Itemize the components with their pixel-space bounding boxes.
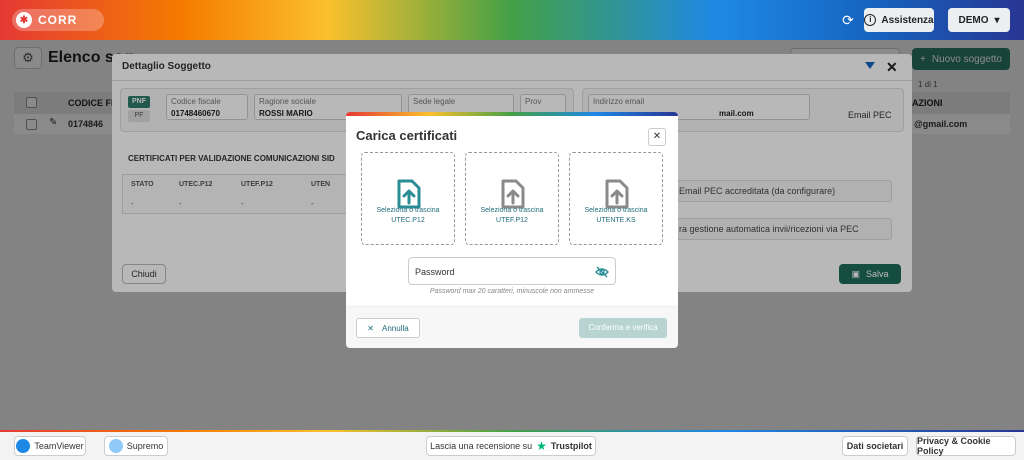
modal-color-stripe (346, 112, 678, 116)
modal-footer: ✕ Annulla Conferma e verifica (346, 306, 678, 348)
dropzone-filename: UTEC.P12 (391, 217, 425, 224)
password-field[interactable]: Password (408, 257, 616, 285)
assistance-button[interactable]: i Assistenza (864, 8, 934, 32)
password-label: Password (415, 267, 455, 277)
logo-mark-icon: ✱ (16, 12, 32, 28)
user-label: DEMO (958, 14, 989, 26)
review-label: Lascia una recensione su (430, 441, 533, 451)
dropzone-text: Seleziona o trascina (376, 207, 440, 214)
file-upload-icon (605, 179, 629, 209)
teamviewer-button[interactable]: TeamViewer (14, 436, 86, 456)
trustpilot-label: Trustpilot (550, 441, 592, 451)
supremo-button[interactable]: Supremo (104, 436, 168, 456)
file-upload-icon (397, 179, 421, 209)
close-icon: ✕ (367, 323, 374, 333)
dropzone-text: Seleziona o trascina (584, 207, 648, 214)
refresh-icon[interactable]: ⟳ (840, 12, 856, 28)
dropzone-text: Seleziona o trascina (480, 207, 544, 214)
chevron-down-icon: ▾ (994, 14, 1000, 26)
cancel-label: Annulla (382, 323, 409, 333)
cancel-button[interactable]: ✕ Annulla (356, 318, 420, 338)
confirm-verify-button[interactable]: Conferma e verifica (579, 318, 667, 338)
close-icon: ✕ (652, 131, 662, 142)
teamviewer-icon (16, 439, 31, 453)
dropzone-utef[interactable]: Seleziona o trascina UTEF.P12 (465, 152, 559, 245)
app-name: CORR (38, 13, 78, 27)
user-menu-button[interactable]: DEMO ▾ (948, 8, 1010, 32)
file-upload-icon (501, 179, 525, 209)
close-button[interactable]: ✕ (648, 128, 666, 146)
dropzone-filename: UTENTE.KS (596, 217, 636, 224)
dropzone-filename: UTEF.P12 (496, 217, 528, 224)
company-info-button[interactable]: Dati societari (842, 436, 908, 456)
privacy-policy-button[interactable]: Privacy & Cookie Policy (916, 436, 1016, 456)
teamviewer-label: TeamViewer (34, 441, 84, 451)
assistance-label: Assistenza (881, 14, 934, 26)
dropzone-utec[interactable]: Seleziona o trascina UTEC.P12 (361, 152, 455, 245)
trustpilot-review-button[interactable]: Lascia una recensione su ★ Trustpilot (426, 436, 596, 456)
info-icon: i (864, 14, 877, 26)
footer: TeamViewer Supremo Lascia una recensione… (0, 432, 1024, 460)
top-header: ✱ CORR ⟳ i Assistenza DEMO ▾ (0, 0, 1024, 40)
upload-certificates-modal: Carica certificati ✕ Seleziona o trascin… (346, 112, 678, 348)
eye-off-icon[interactable] (595, 266, 609, 278)
star-icon: ★ (536, 439, 547, 453)
password-hint: Password max 20 caratteri, minuscole non… (429, 288, 595, 295)
dropzone-utente[interactable]: Seleziona o trascina UTENTE.KS (569, 152, 663, 245)
app-logo[interactable]: ✱ CORR (12, 9, 104, 31)
supremo-label: Supremo (126, 441, 164, 451)
supremo-icon (108, 439, 123, 453)
upload-title: Carica certificati (356, 128, 458, 143)
